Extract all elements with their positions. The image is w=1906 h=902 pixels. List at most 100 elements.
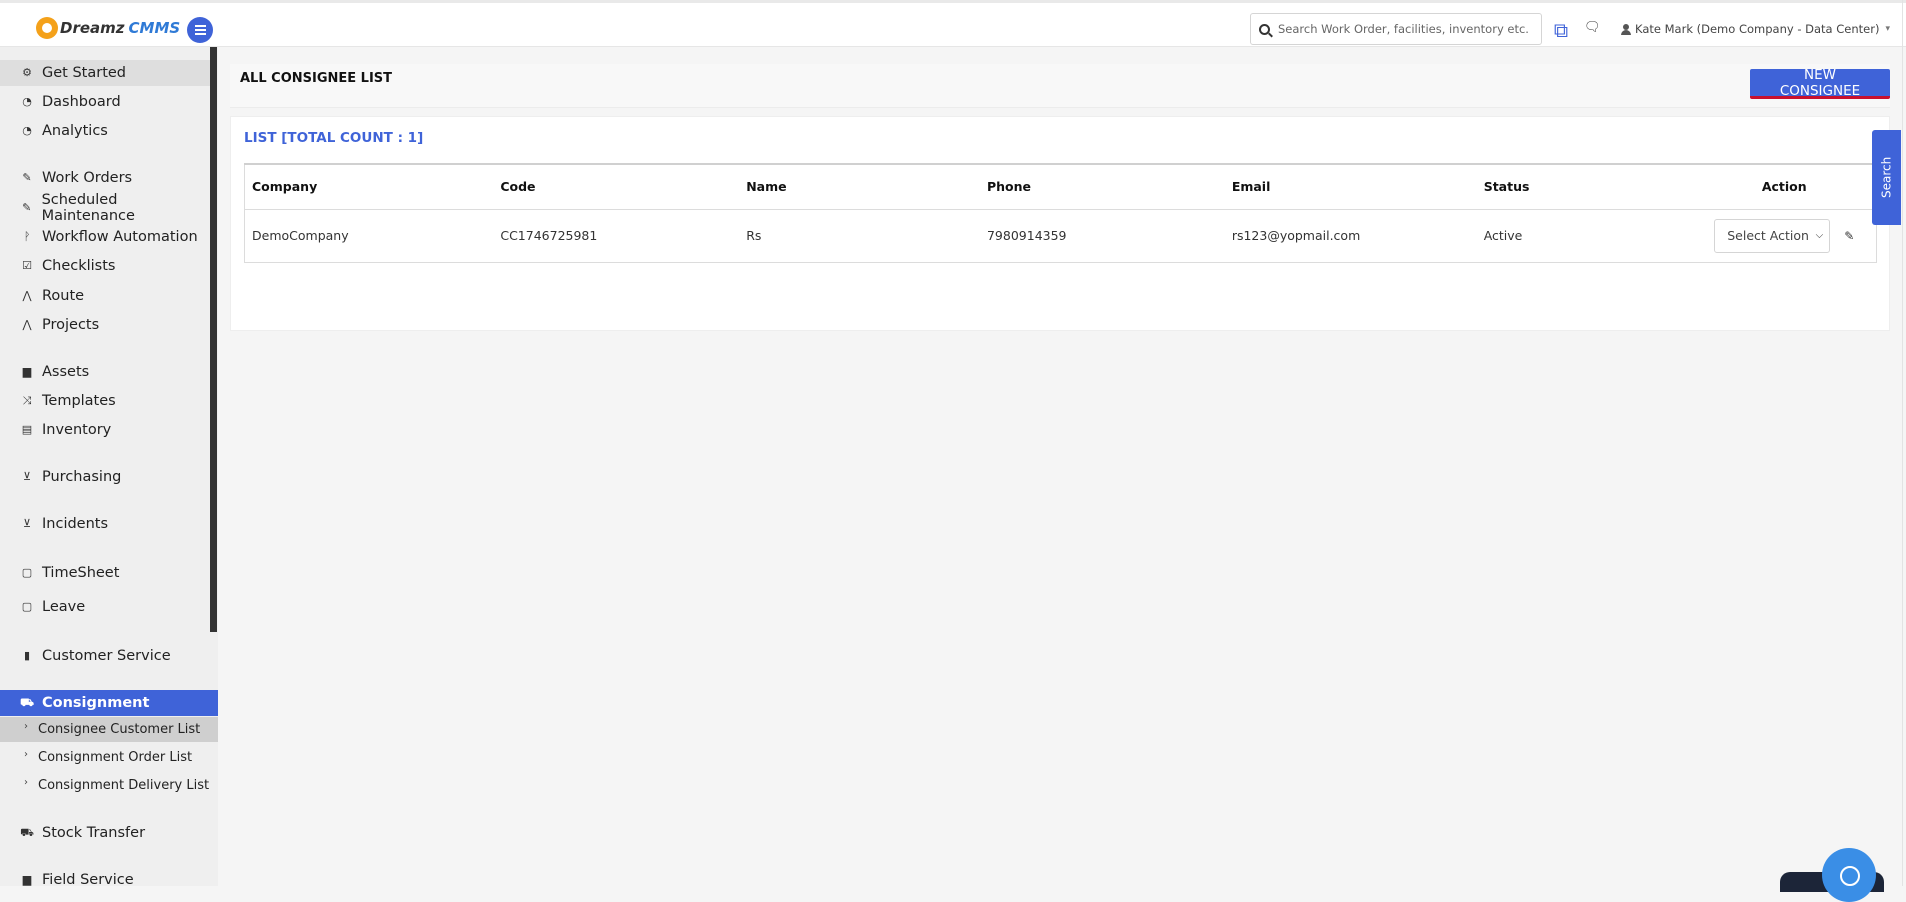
page-header: ALL CONSIGNEE LIST NEW CONSIGNEE — [230, 64, 1890, 108]
sidebar-item-label: Consignment — [42, 695, 150, 711]
sidebar-subitem-label: Consignment Order List — [38, 750, 193, 765]
truck-icon: ⛟ — [20, 696, 34, 709]
new-consignee-button[interactable]: NEW CONSIGNEE — [1750, 67, 1890, 99]
sidebar-item-get-started[interactable]: ⚙ Get Started — [0, 60, 210, 86]
sidebar: ⚙ Get Started ◔ Dashboard ◔ Analytics ✎ Work… — [0, 47, 218, 886]
search-side-tab[interactable]: Search — [1872, 130, 1901, 225]
sidebar-item-inventory[interactable]: ▤ Inventory — [0, 417, 210, 443]
chat-icon[interactable]: 🗨 — [1584, 20, 1601, 36]
column-header-action: Action — [1692, 163, 1877, 210]
column-header-phone[interactable]: Phone — [979, 163, 1225, 210]
sidebar-item-label: Workflow Automation — [42, 229, 198, 245]
sidebar-item-incidents[interactable]: ⊻ Incidents — [0, 511, 210, 537]
sidebar-item-label: Stock Transfer — [42, 825, 146, 841]
shuffle-icon: ⤨ — [22, 394, 32, 407]
column-header-status[interactable]: Status — [1476, 163, 1693, 210]
truck-icon: ⛟ — [20, 826, 34, 839]
sidebar-item-label: Templates — [42, 393, 116, 409]
consignee-table: Company Code Name Phone Email Status Act… — [244, 163, 1877, 263]
edit-icon[interactable]: ✎ — [1844, 229, 1854, 243]
chevron-right-icon: › — [24, 721, 28, 732]
brand-name: Dreamz — [60, 19, 125, 37]
column-header-company[interactable]: Company — [244, 163, 494, 210]
branch-icon: ᚹ — [23, 230, 31, 243]
list-title: LIST [TOTAL COUNT : 1] — [244, 130, 424, 146]
cell-name: Rs — [746, 228, 762, 243]
sidebar-item-work-orders[interactable]: ✎ Work Orders — [0, 165, 210, 191]
sidebar-item-label: Purchasing — [42, 469, 122, 485]
sidebar-scrollbar[interactable] — [210, 47, 217, 632]
road-icon: ⋀ — [22, 289, 32, 302]
chat-widget-button[interactable] — [1822, 848, 1876, 902]
sidebar-subitem-consignment-delivery-list[interactable]: › Consignment Delivery List — [0, 773, 218, 798]
sidebar-item-label: Work Orders — [42, 170, 133, 186]
sidebar-item-assets[interactable]: ▆ Assets — [0, 359, 210, 385]
gear-logo-icon — [36, 17, 58, 39]
file-icon: ▮ — [23, 649, 31, 662]
sidebar-item-label: Projects — [42, 317, 100, 333]
sidebar-item-consignment[interactable]: ⛟ Consignment — [0, 690, 218, 716]
sidebar-item-label: Get Started — [42, 65, 126, 81]
chevron-down-icon: ⌵ — [1815, 230, 1824, 241]
briefcase-icon: ▤ — [21, 423, 33, 436]
calendar-icon: ▢ — [21, 566, 33, 579]
scan-icon[interactable]: ⧉ — [1550, 19, 1572, 41]
column-header-email[interactable]: Email — [1224, 163, 1477, 210]
sidebar-item-label: Route — [42, 288, 85, 304]
sidebar-item-analytics[interactable]: ◔ Analytics — [0, 118, 210, 144]
column-header-code[interactable]: Code — [493, 163, 740, 210]
chevron-right-icon: › — [24, 749, 28, 760]
sidebar-item-route[interactable]: ⋀ Route — [0, 283, 210, 309]
sidebar-item-customer-service[interactable]: ▮ Customer Service — [0, 643, 210, 669]
sidebar-item-scheduled-maintenance[interactable]: ✎ Scheduled Maintenance — [0, 192, 210, 224]
sidebar-item-field-service[interactable]: ▆ Field Service — [0, 867, 210, 886]
column-header-name[interactable]: Name — [739, 163, 980, 210]
user-label: Kate Mark (Demo Company - Data Center) — [1635, 22, 1880, 36]
cart-icon: ⊻ — [22, 470, 32, 483]
checkbox-icon: ☑ — [22, 259, 32, 272]
sidebar-item-label: Checklists — [42, 258, 116, 274]
sidebar-item-timesheet[interactable]: ▢ TimeSheet — [0, 560, 210, 586]
wrench-icon: ✎ — [22, 171, 32, 184]
sidebar-item-templates[interactable]: ⤨ Templates — [0, 388, 210, 414]
hamburger-icon — [194, 29, 206, 31]
action-select-value: Select Action — [1727, 228, 1809, 243]
page-title: ALL CONSIGNEE LIST — [240, 71, 393, 86]
global-search[interactable] — [1250, 13, 1542, 45]
sidebar-item-workflow-automation[interactable]: ᚹ Workflow Automation — [0, 224, 210, 250]
sidebar-item-leave[interactable]: ▢ Leave — [0, 594, 210, 620]
sidebar-item-label: Analytics — [42, 123, 108, 139]
cell-code: CC1746725981 — [500, 228, 598, 243]
sidebar-item-label: Incidents — [42, 516, 109, 532]
sidebar-subitem-consignee-customer-list[interactable]: › Consignee Customer List — [0, 717, 218, 742]
list-card: LIST [TOTAL COUNT : 1] Company Code Name… — [230, 116, 1890, 331]
sidebar-item-label: Assets — [42, 364, 90, 380]
cell-phone: 7980914359 — [986, 228, 1067, 243]
sidebar-subitem-label: Consignment Delivery List — [38, 778, 210, 793]
sidebar-item-label: Dashboard — [42, 94, 121, 110]
sidebar-item-purchasing[interactable]: ⊻ Purchasing — [0, 464, 210, 490]
sidebar-item-checklists[interactable]: ☑ Checklists — [0, 253, 210, 279]
sidebar-item-label: Customer Service — [42, 648, 171, 664]
sidebar-subitem-consignment-order-list[interactable]: › Consignment Order List — [0, 745, 218, 770]
analytics-icon: ◔ — [22, 124, 32, 137]
action-select[interactable]: Select Action ⌵ — [1714, 218, 1831, 253]
user-icon — [1621, 23, 1631, 35]
archive-icon: ▆ — [22, 365, 32, 378]
menu-toggle-button[interactable] — [187, 17, 213, 43]
sidebar-item-label: Inventory — [42, 422, 112, 438]
sidebar-item-stock-transfer[interactable]: ⛟ Stock Transfer — [0, 820, 210, 846]
cart-icon: ⊻ — [22, 517, 32, 530]
user-menu[interactable]: Kate Mark (Demo Company - Data Center) ▾ — [1621, 19, 1890, 39]
road-icon: ⋀ — [22, 318, 32, 331]
cell-company: DemoCompany — [252, 228, 349, 243]
chevron-down-icon: ▾ — [1885, 24, 1890, 34]
calendar-icon: ▢ — [21, 600, 33, 613]
sidebar-item-label: Field Service — [42, 872, 134, 886]
app-logo[interactable]: Dreamz CMMS — [36, 17, 180, 39]
search-input[interactable] — [1278, 22, 1528, 36]
sidebar-item-label: Leave — [42, 599, 86, 615]
table-header-row: Company Code Name Phone Email Status Act… — [244, 163, 1877, 210]
sidebar-item-projects[interactable]: ⋀ Projects — [0, 312, 210, 338]
sidebar-item-dashboard[interactable]: ◔ Dashboard — [0, 89, 210, 115]
